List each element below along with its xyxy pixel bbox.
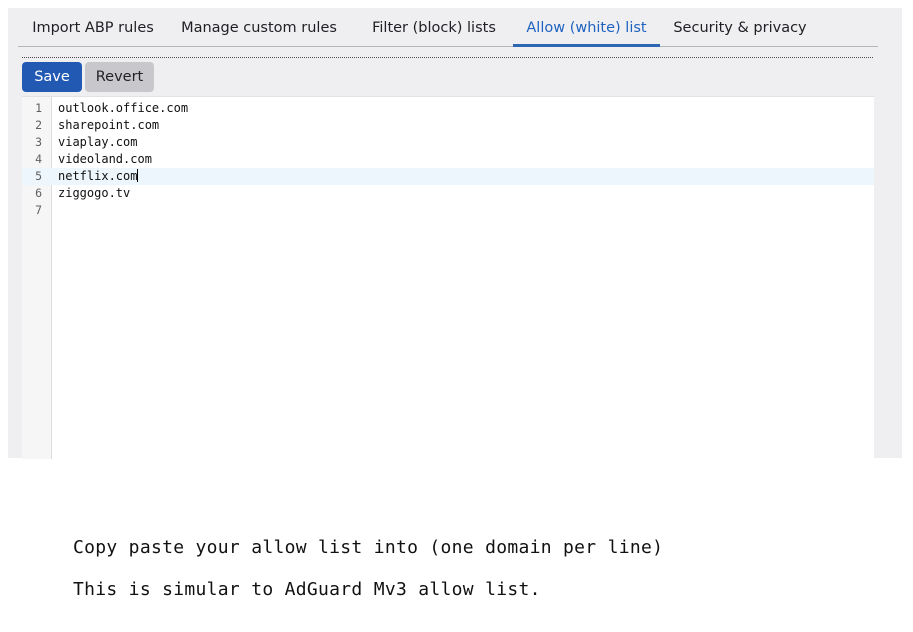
save-button[interactable]: Save xyxy=(22,62,82,92)
tab-filter-block-lists[interactable]: Filter (block) lists xyxy=(355,8,513,47)
dotted-divider xyxy=(22,57,873,58)
line-text[interactable]: ziggogo.tv xyxy=(58,185,130,202)
instruction-text-1: Copy paste your allow list into (one dom… xyxy=(73,537,664,558)
allow-list-editor[interactable]: 1 outlook.office.com 2 sharepoint.com 3 … xyxy=(22,96,874,459)
line-text[interactable]: outlook.office.com xyxy=(58,100,188,117)
revert-button[interactable]: Revert xyxy=(85,62,154,92)
line-text[interactable]: netflix.com xyxy=(58,169,137,183)
editor-line[interactable]: 7 xyxy=(22,202,874,219)
editor-line[interactable]: 2 sharepoint.com xyxy=(22,117,874,134)
settings-panel: Import ABP rules Manage custom rules Fil… xyxy=(8,8,902,459)
line-number: 3 xyxy=(35,135,42,149)
line-number: 1 xyxy=(35,101,42,115)
tab-allow-white-list[interactable]: Allow (white) list xyxy=(513,8,660,47)
tab-import-abp-rules[interactable]: Import ABP rules xyxy=(18,8,168,47)
tab-security-privacy[interactable]: Security & privacy xyxy=(666,8,814,47)
tab-bar: Import ABP rules Manage custom rules Fil… xyxy=(18,8,878,47)
line-text[interactable]: videoland.com xyxy=(58,151,152,168)
line-number: 4 xyxy=(35,152,42,166)
line-text[interactable]: sharepoint.com xyxy=(58,117,159,134)
line-number: 5 xyxy=(35,169,42,183)
line-number: 2 xyxy=(35,118,42,132)
editor-line[interactable]: 6 ziggogo.tv xyxy=(22,185,874,202)
line-number: 6 xyxy=(35,186,42,200)
instruction-text-2: This is simular to AdGuard Mv3 allow lis… xyxy=(73,579,541,600)
editor-line[interactable]: 3 viaplay.com xyxy=(22,134,874,151)
line-number: 7 xyxy=(35,203,42,217)
text-cursor xyxy=(137,169,139,182)
line-text-current[interactable]: netflix.com xyxy=(58,168,139,185)
editor-line-current[interactable]: 5 netflix.com xyxy=(22,168,874,185)
editor-line[interactable]: 1 outlook.office.com xyxy=(22,100,874,117)
editor-line[interactable]: 4 videoland.com xyxy=(22,151,874,168)
line-text[interactable]: viaplay.com xyxy=(58,134,137,151)
tab-manage-custom-rules[interactable]: Manage custom rules xyxy=(173,8,345,47)
